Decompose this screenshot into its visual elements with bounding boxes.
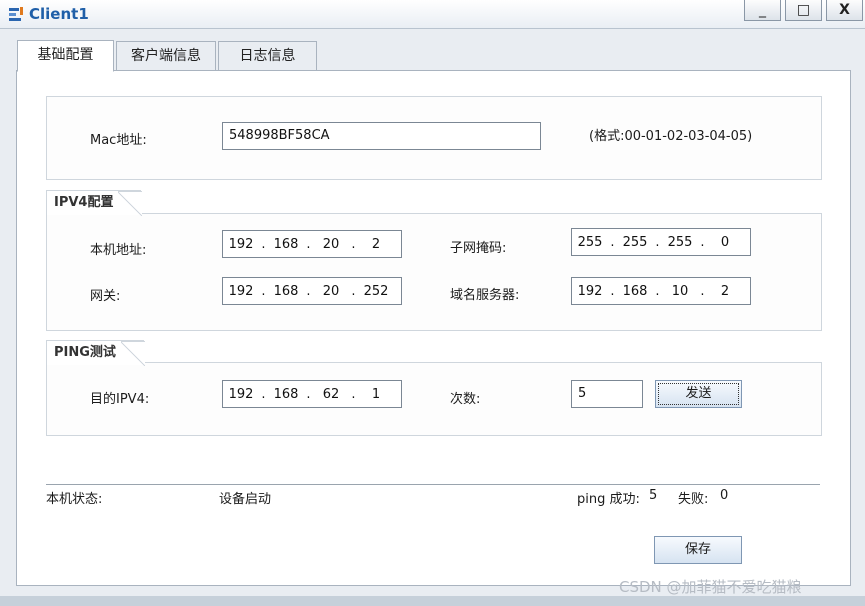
ping-success-count: 5 — [649, 488, 658, 503]
ip-octet: 62 — [322, 386, 340, 402]
window-title: Client1 — [29, 5, 89, 23]
save-button[interactable]: 保存 — [654, 536, 742, 564]
ip-dot: . — [261, 386, 266, 402]
dns-server-input[interactable]: 192. 168. 10. 2 — [571, 277, 751, 305]
ping-count-input[interactable]: 5 — [571, 380, 643, 408]
maximize-button[interactable]: □ — [785, 0, 822, 21]
minimize-button[interactable]: _ — [744, 0, 781, 21]
ip-dot: . — [306, 386, 311, 402]
status-value: 设备启动 — [219, 492, 272, 507]
ip-octet: 20 — [322, 283, 340, 299]
ipv4-group-title: IPV4配置 — [46, 190, 143, 216]
ip-octet: 168 — [273, 283, 299, 299]
ip-dot: . — [610, 234, 615, 250]
target-ipv4-input[interactable]: 192. 168. 62. 1 — [222, 380, 402, 408]
dns-label: 域名服务器: — [450, 288, 520, 303]
watermark: CSDN @加菲猫不爱吃猫粮 — [619, 578, 802, 596]
ip-octet: 192 — [228, 283, 254, 299]
ip-octet: 192 — [228, 236, 254, 252]
ping-group-title: PING测试 — [46, 340, 145, 366]
ip-octet: 255 — [622, 234, 648, 250]
subnet-mask-input[interactable]: 255. 255. 255. 0 — [571, 228, 751, 256]
close-button[interactable]: X — [826, 0, 863, 21]
tab-basic-config[interactable]: 基础配置 — [17, 40, 114, 72]
mac-format-hint: (格式:00-01-02-03-04-05) — [589, 129, 753, 144]
ip-dot: . — [351, 386, 356, 402]
ip-octet: 255 — [577, 234, 603, 250]
target-ipv4-label: 目的IPV4: — [90, 392, 150, 407]
local-address-input[interactable]: 192. 168. 20. 2 — [222, 230, 402, 258]
client-app-icon — [9, 7, 23, 21]
ping-fail-count: 0 — [720, 488, 729, 503]
ip-dot: . — [261, 236, 266, 252]
mac-label: Mac地址: — [90, 133, 147, 148]
ip-octet: 168 — [273, 236, 299, 252]
ip-dot: . — [700, 283, 705, 299]
ip-octet: 192 — [577, 283, 603, 299]
ip-octet: 192 — [228, 386, 254, 402]
tab-log-info[interactable]: 日志信息 — [218, 41, 317, 71]
ping-success-label: ping 成功: — [577, 492, 640, 507]
ip-dot: . — [655, 283, 660, 299]
taskbar-edge — [0, 596, 865, 606]
ip-dot: . — [700, 234, 705, 250]
ip-octet: 0 — [720, 234, 730, 250]
ip-octet: 255 — [667, 234, 693, 250]
ip-octet: 1 — [371, 386, 381, 402]
ip-dot: . — [655, 234, 660, 250]
status-label: 本机状态: — [46, 492, 103, 507]
ip-octet: 10 — [671, 283, 689, 299]
ip-dot: . — [351, 283, 356, 299]
mac-address-input[interactable]: 548998BF58CA — [222, 122, 541, 150]
ping-fail-label: 失败: — [678, 492, 709, 507]
ip-octet: 2 — [720, 283, 730, 299]
title-bar: Client1 _ □ X — [0, 0, 865, 29]
ip-dot: . — [610, 283, 615, 299]
ip-octet: 168 — [622, 283, 648, 299]
local-address-label: 本机地址: — [90, 243, 147, 258]
ip-dot: . — [261, 283, 266, 299]
gateway-input[interactable]: 192. 168. 20. 252 — [222, 277, 402, 305]
ip-octet: 168 — [273, 386, 299, 402]
ip-octet: 20 — [322, 236, 340, 252]
send-button[interactable]: 发送 — [655, 380, 742, 408]
ping-count-label: 次数: — [450, 392, 481, 407]
status-divider — [46, 484, 820, 485]
ip-dot: . — [351, 236, 356, 252]
ip-octet: 2 — [371, 236, 381, 252]
gateway-label: 网关: — [90, 289, 121, 304]
ip-dot: . — [306, 236, 311, 252]
subnet-mask-label: 子网掩码: — [450, 241, 507, 256]
ip-octet: 252 — [363, 283, 389, 299]
ip-dot: . — [306, 283, 311, 299]
tab-client-info[interactable]: 客户端信息 — [116, 41, 216, 71]
